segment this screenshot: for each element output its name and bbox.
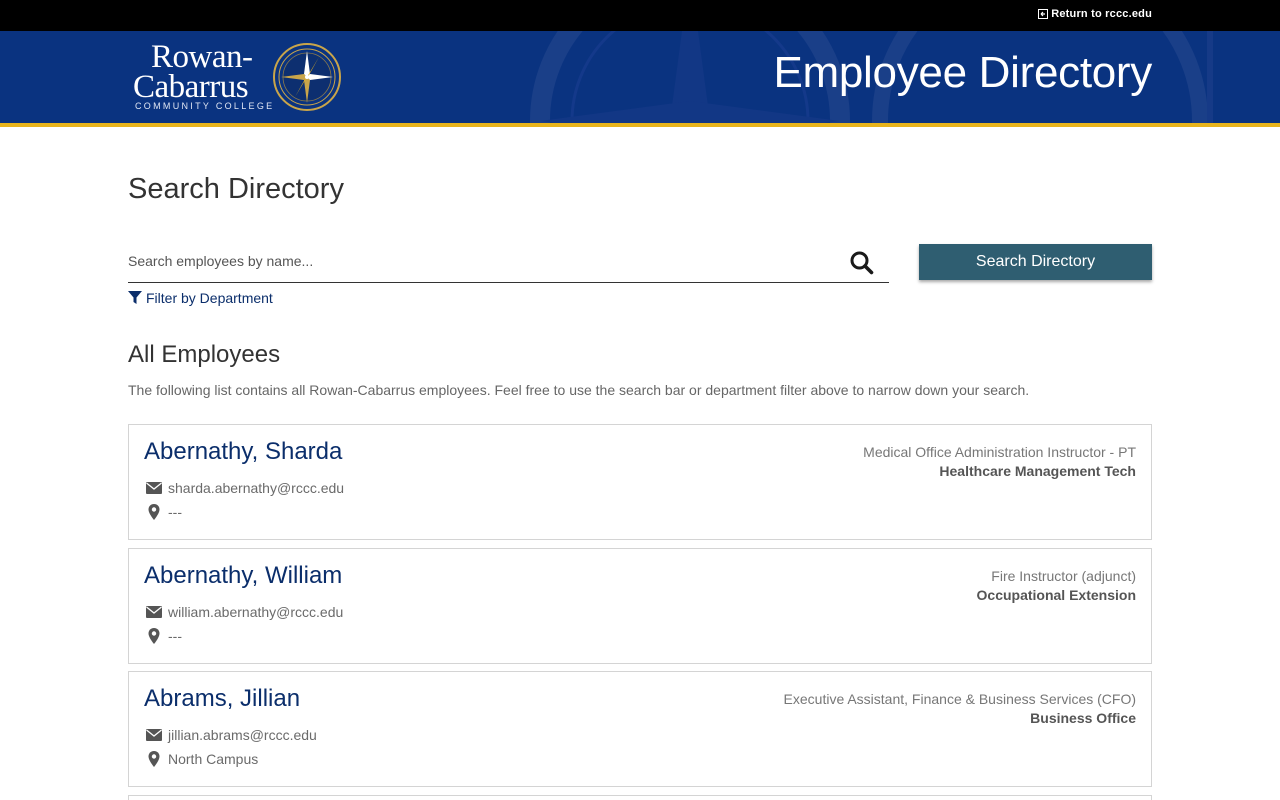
employee-card: Abrams, Jillian jillian.abrams@rccc.edu …	[128, 671, 1152, 787]
employee-department: Occupational Extension	[976, 587, 1136, 603]
all-employees-heading: All Employees	[128, 341, 281, 368]
all-employees-description: The following list contains all Rowan-Ca…	[128, 382, 1030, 398]
header-gold-rule	[0, 123, 1280, 127]
employee-department: Business Office	[1030, 710, 1136, 726]
employee-location-row: North Campus	[146, 751, 258, 767]
logo-wordmark: Rowan- Cabarrus COMMUNITY COLLEGE	[133, 39, 275, 113]
employee-email[interactable]: jillian.abrams@rccc.edu	[168, 727, 317, 743]
envelope-icon	[146, 606, 162, 618]
search-directory-button[interactable]: Search Directory	[919, 244, 1152, 280]
employee-location-row: ---	[146, 504, 182, 520]
filter-by-department-link[interactable]: Filter by Department	[128, 290, 273, 306]
search-heading: Search Directory	[128, 173, 344, 205]
logo-line-2: Cabarrus	[133, 69, 249, 105]
external-link-icon	[1038, 9, 1049, 19]
employee-location-row: ---	[146, 628, 182, 644]
employee-name[interactable]: Abrams, Jillian	[144, 685, 300, 713]
envelope-icon	[146, 482, 162, 494]
search-icon[interactable]	[849, 250, 875, 276]
employee-name[interactable]: Abernathy, William	[144, 562, 342, 590]
search-input[interactable]	[128, 252, 828, 270]
employee-location: North Campus	[168, 751, 259, 767]
employee-email-row: sharda.abernathy@rccc.edu	[146, 480, 344, 496]
utility-bar: Return to rccc.edu	[0, 0, 1280, 31]
employee-email[interactable]: william.abernathy@rccc.edu	[168, 604, 343, 620]
map-marker-icon	[148, 751, 160, 767]
employee-title: Fire Instructor (adjunct)	[991, 568, 1136, 584]
compass-logo-icon	[273, 43, 341, 111]
map-marker-icon	[148, 504, 160, 520]
employee-email[interactable]: sharda.abernathy@rccc.edu	[168, 480, 344, 496]
employee-title: Executive Assistant, Finance & Business …	[783, 691, 1136, 707]
employee-department: Healthcare Management Tech	[939, 463, 1136, 479]
employee-location: ---	[168, 504, 182, 520]
employee-name[interactable]: Abernathy, Sharda	[144, 438, 342, 466]
logo-line-3: COMMUNITY COLLEGE	[135, 101, 275, 111]
envelope-icon	[146, 729, 162, 741]
employee-location: ---	[168, 628, 182, 644]
employee-card: Abernathy, William william.abernathy@rcc…	[128, 548, 1152, 664]
return-link-label: Return to rccc.edu	[1051, 8, 1152, 20]
return-to-site-link[interactable]: Return to rccc.edu	[1038, 8, 1152, 20]
employee-email-row: william.abernathy@rccc.edu	[146, 604, 343, 620]
site-header: Rowan- Cabarrus COMMUNITY COLLEGE Employ…	[0, 31, 1280, 124]
employee-card: Abernathy, Sharda sharda.abernathy@rccc.…	[128, 424, 1152, 540]
employee-title: Medical Office Administration Instructor…	[863, 444, 1136, 460]
employee-card-partial	[128, 795, 1152, 800]
search-field	[128, 244, 889, 283]
map-marker-icon	[148, 628, 160, 644]
employee-email-row: jillian.abrams@rccc.edu	[146, 727, 317, 743]
page-title: Employee Directory	[773, 48, 1152, 97]
filter-icon	[128, 291, 142, 304]
college-logo[interactable]: Rowan- Cabarrus COMMUNITY COLLEGE	[133, 39, 345, 113]
filter-label: Filter by Department	[146, 290, 273, 306]
